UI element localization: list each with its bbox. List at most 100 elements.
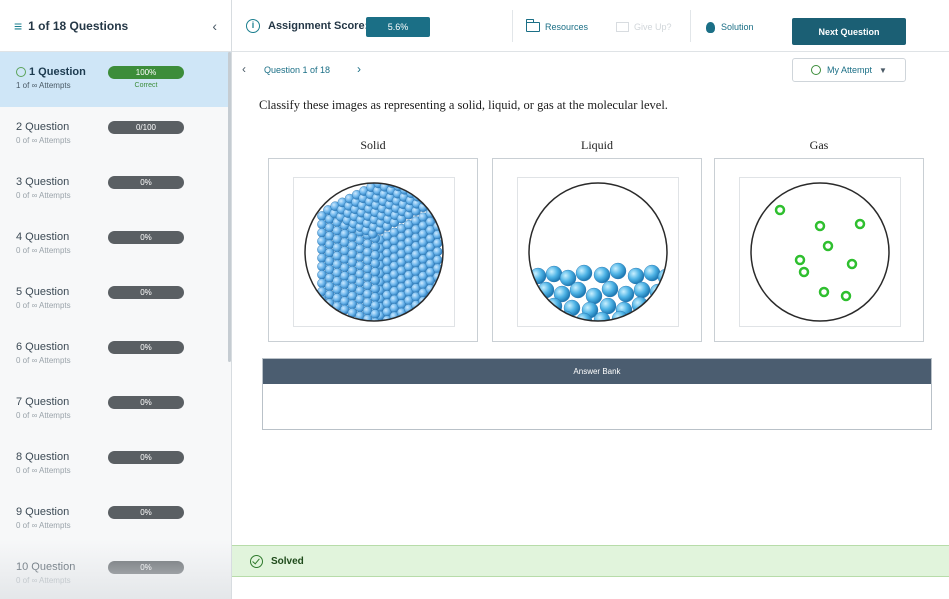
caret-down-icon: ▼	[879, 65, 887, 75]
answer-bank-header: Answer Bank	[263, 359, 931, 384]
question-score: 0/100	[108, 121, 184, 134]
drop-zone-liquid[interactable]	[492, 158, 702, 342]
lightbulb-icon	[706, 21, 715, 33]
info-icon[interactable]: i	[246, 19, 260, 33]
question-score: 0%	[108, 451, 184, 464]
sidebar-question-item[interactable]: 9 Question 0 of ∞ Attempts 0%	[0, 492, 231, 547]
question-score: 0%	[108, 396, 184, 409]
molecule	[593, 311, 611, 321]
question-score: 0%	[108, 231, 184, 244]
gas-molecule	[854, 218, 866, 230]
liquid-image-card[interactable]	[517, 177, 679, 327]
column-label-liquid: Liquid	[581, 138, 613, 152]
check-circle-icon	[811, 65, 822, 75]
gas-molecule	[846, 258, 858, 270]
question-info: 2 Question 0 of ∞ Attempts	[16, 121, 108, 145]
solution-label: Solution	[721, 22, 754, 32]
assignment-score-label: Assignment Score:	[268, 20, 369, 32]
molecule	[643, 264, 661, 282]
question-attempts: 0 of ∞ Attempts	[16, 521, 71, 530]
question-info: 6 Question 0 of ∞ Attempts	[16, 341, 108, 365]
question-name: 10 Question	[16, 561, 108, 573]
resources-button[interactable]: Resources	[526, 17, 588, 37]
sidebar-question-item[interactable]: 10 Question 0 of ∞ Attempts 0%	[0, 547, 231, 599]
question-name: 8 Question	[16, 451, 108, 463]
gas-molecule	[774, 204, 786, 216]
question-name: 4 Question	[16, 231, 108, 243]
sidebar-question-item[interactable]: 5 Question 0 of ∞ Attempts 0%	[0, 272, 231, 327]
assignment-score-value: 5.6%	[366, 17, 430, 37]
molecule	[633, 281, 651, 299]
molecule	[370, 242, 380, 252]
solid-molecules-image	[304, 182, 444, 322]
question-label: 8 Question	[16, 451, 70, 463]
my-attempt-label: My Attempt	[827, 65, 873, 75]
answer-bank[interactable]: Answer Bank	[262, 358, 932, 430]
question-info: 8 Question 0 of ∞ Attempts	[16, 451, 108, 475]
next-question-icon[interactable]: ›	[357, 62, 361, 76]
sidebar-question-item[interactable]: 1 Question 1 of ∞ Attempts 100% Correct	[0, 52, 231, 107]
score-pill: 0%	[108, 231, 184, 244]
sidebar-question-item[interactable]: 4 Question 0 of ∞ Attempts 0%	[0, 217, 231, 272]
molecule	[601, 280, 619, 298]
score-pill: 0%	[108, 561, 184, 574]
molecule	[425, 292, 436, 303]
sidebar-question-item[interactable]: 3 Question 0 of ∞ Attempts 0%	[0, 162, 231, 217]
molecule	[529, 267, 547, 285]
question-info: 7 Question 0 of ∞ Attempts	[16, 396, 108, 420]
next-question-button[interactable]: Next Question	[792, 18, 906, 45]
score-pill: 0%	[108, 341, 184, 354]
sidebar-question-item[interactable]: 7 Question 0 of ∞ Attempts 0%	[0, 382, 231, 437]
check-circle-icon	[250, 554, 263, 568]
molecule	[362, 314, 373, 321]
gas-image-card[interactable]	[739, 177, 901, 327]
question-score: 0%	[108, 176, 184, 189]
sidebar-question-item[interactable]: 2 Question 0 of ∞ Attempts 0/100	[0, 107, 231, 162]
question-score: 100% Correct	[108, 66, 184, 89]
resources-label: Resources	[545, 22, 589, 32]
column-label-solid: Solid	[360, 138, 386, 152]
question-info: 9 Question 0 of ∞ Attempts	[16, 506, 108, 530]
molecule	[593, 266, 611, 284]
question-label: 4 Question	[16, 231, 70, 243]
question-attempts: 0 of ∞ Attempts	[16, 466, 71, 475]
question-attempts: 0 of ∞ Attempts	[16, 136, 71, 145]
question-score: 0%	[108, 506, 184, 519]
gas-molecule	[822, 240, 834, 252]
molecule	[370, 267, 380, 277]
question-attempts: 0 of ∞ Attempts	[16, 191, 71, 200]
solid-image-card[interactable]	[293, 177, 455, 327]
score-pill: 0%	[108, 451, 184, 464]
question-label: 10 Question	[16, 561, 76, 573]
sidebar-question-item[interactable]: 8 Question 0 of ∞ Attempts 0%	[0, 437, 231, 492]
solution-button[interactable]: Solution	[706, 17, 754, 37]
sidebar-question-item[interactable]: 6 Question 0 of ∞ Attempts 0%	[0, 327, 231, 382]
column-label-gas: Gas	[809, 138, 829, 152]
folder-icon	[526, 19, 540, 32]
score-pill: 0%	[108, 506, 184, 519]
molecule	[569, 281, 587, 299]
question-list: 1 Question 1 of ∞ Attempts 100% Correct 2 Qu…	[0, 52, 231, 599]
question-name: 1 Question	[16, 66, 108, 78]
drop-zone-solid[interactable]	[268, 158, 478, 342]
question-label: 3 Question	[16, 176, 70, 188]
molecule	[545, 265, 563, 283]
question-label: 7 Question	[16, 396, 70, 408]
collapse-sidebar-icon[interactable]: ‹	[212, 18, 217, 34]
prev-question-icon[interactable]: ‹	[242, 62, 246, 76]
score-pill: 0%	[108, 286, 184, 299]
molecule	[432, 238, 443, 248]
sidebar-scrollbar[interactable]	[228, 52, 231, 362]
give-up-button[interactable]: Give Up?	[616, 17, 672, 37]
drop-zone-gas[interactable]	[714, 158, 924, 342]
list-icon[interactable]: ≡	[14, 18, 22, 34]
molecule	[627, 267, 645, 285]
molecule	[432, 204, 443, 215]
molecule	[370, 317, 380, 321]
question-prompt: Classify these images as representing a …	[259, 98, 668, 112]
question-info: 10 Question 0 of ∞ Attempts	[16, 561, 108, 585]
my-attempt-dropdown[interactable]: My Attempt ▼	[792, 58, 906, 82]
gas-molecule	[818, 286, 830, 298]
question-attempts: 0 of ∞ Attempts	[16, 576, 71, 585]
molecule	[609, 262, 627, 280]
